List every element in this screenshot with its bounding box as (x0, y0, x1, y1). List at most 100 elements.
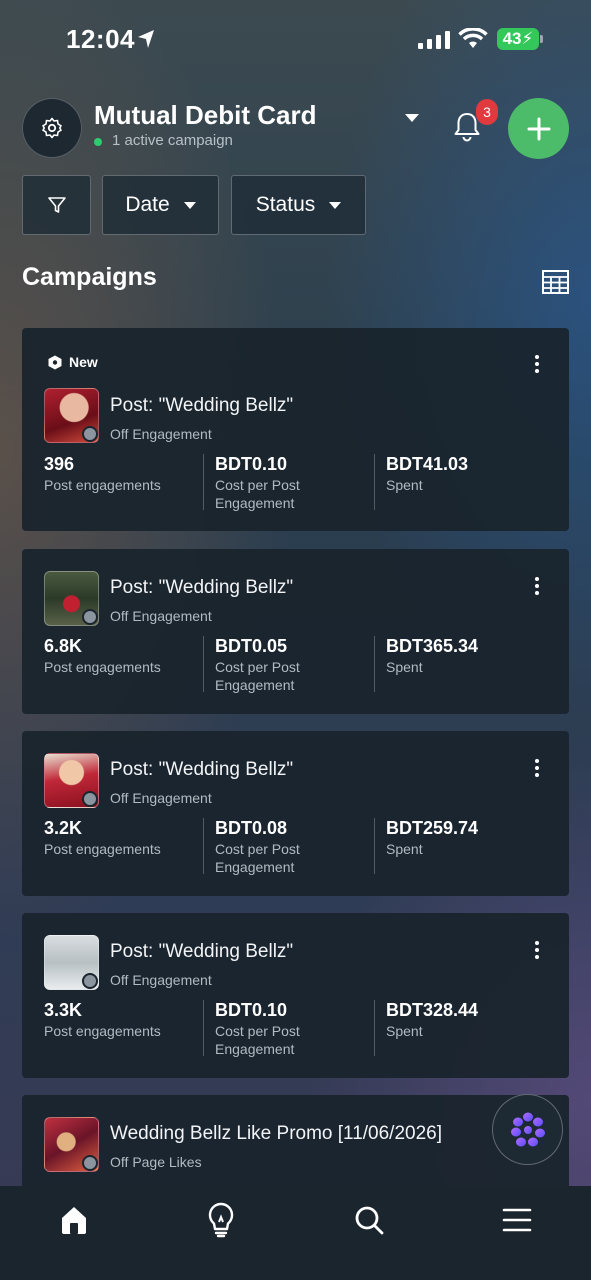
chevron-down-icon (329, 201, 342, 209)
tab-insights[interactable] (201, 1200, 241, 1240)
metric-value: BDT328.44 (386, 1000, 479, 1020)
campaign-subtitle: Off Page Likes (110, 1154, 202, 1170)
new-badge: New (48, 354, 98, 370)
metric-divider (203, 818, 204, 874)
metric-spent: BDT41.03 Spent (386, 454, 546, 494)
date-filter-label: Date (125, 193, 170, 216)
campaign-subtitle: Off Engagement (110, 608, 212, 624)
metric-label: Spent (386, 477, 423, 493)
metric-label: Post engagements (44, 1023, 161, 1039)
filter-funnel-icon (47, 197, 66, 213)
plus-icon (527, 117, 550, 140)
table-view-icon[interactable] (542, 270, 569, 294)
metric-value: 396 (44, 454, 75, 474)
cellular-signal-icon (418, 31, 450, 49)
status-filter-label: Status (255, 193, 316, 216)
metric-divider (374, 636, 375, 692)
metric-label: Spent (386, 841, 423, 857)
campaign-title: Post: "Wedding Bellz" (110, 941, 294, 962)
campaign-status: Off (110, 1154, 129, 1170)
gear-icon (42, 117, 62, 139)
campaign-card[interactable]: Wedding Bellz Like Promo [11/06/2026] Of… (22, 1095, 569, 1195)
ai-assistant-icon (510, 1112, 545, 1146)
campaign-title: Post: "Wedding Bellz" (110, 759, 294, 780)
lightbulb-icon (208, 1202, 234, 1238)
metric-label: Post engagements (44, 659, 161, 675)
ai-assistant-button[interactable] (492, 1094, 563, 1165)
wifi-icon (458, 28, 488, 48)
metric-value: BDT0.10 (215, 1000, 288, 1020)
chevron-down-icon (183, 201, 196, 209)
home-icon (62, 1207, 86, 1234)
new-hexagon-icon (48, 355, 62, 369)
metric-value: 3.3K (44, 1000, 83, 1020)
metric-divider (203, 454, 204, 510)
metric-post-engagements: 396 Post engagements (44, 454, 204, 494)
more-options-icon[interactable] (535, 759, 539, 780)
more-options-icon[interactable] (535, 941, 539, 962)
metric-label: Post engagements (44, 841, 161, 857)
campaign-card[interactable]: New Post: "Wedding Bellz" Off Engagement… (22, 328, 569, 531)
more-options-icon[interactable] (535, 577, 539, 598)
metric-value: BDT0.08 (215, 818, 288, 838)
campaign-subtitle: Off Engagement (110, 972, 212, 988)
tab-menu[interactable] (497, 1200, 537, 1240)
tab-home[interactable] (54, 1200, 94, 1240)
metric-cost-per-engagement: BDT0.05 Cost per Post Engagement (215, 636, 325, 694)
section-title: Campaigns (22, 263, 157, 291)
tab-search[interactable] (349, 1200, 389, 1240)
status-filter-dropdown[interactable]: Status (231, 175, 366, 235)
search-icon (355, 1206, 384, 1235)
account-dropdown-icon[interactable] (405, 114, 419, 122)
campaign-objective: Engagement (132, 972, 212, 988)
campaign-status: Off (110, 972, 129, 988)
campaign-objective: Engagement (132, 608, 212, 624)
new-badge-label: New (69, 354, 98, 370)
campaign-subtitle: Off Engagement (110, 426, 212, 442)
campaign-subtitle: Off Engagement (110, 790, 212, 806)
campaign-status: Off (110, 790, 129, 806)
active-status-dot (94, 138, 102, 146)
campaign-title: Wedding Bellz Like Promo [11/06/2026] (110, 1123, 442, 1144)
metric-spent: BDT328.44 Spent (386, 1000, 546, 1040)
campaign-card[interactable]: Post: "Wedding Bellz" Off Engagement 6.8… (22, 549, 569, 714)
metric-post-engagements: 6.8K Post engagements (44, 636, 204, 676)
date-filter-dropdown[interactable]: Date (102, 175, 219, 235)
campaign-objective: Engagement (132, 790, 212, 806)
metric-cost-per-engagement: BDT0.08 Cost per Post Engagement (215, 818, 325, 876)
metric-value: BDT41.03 (386, 454, 469, 474)
menu-icon (502, 1208, 532, 1232)
campaign-status: Off (110, 426, 129, 442)
metric-post-engagements: 3.2K Post engagements (44, 818, 204, 858)
metric-spent: BDT259.74 Spent (386, 818, 546, 858)
settings-button[interactable] (22, 98, 82, 158)
campaign-card[interactable]: Post: "Wedding Bellz" Off Engagement 3.3… (22, 913, 569, 1078)
campaign-status-dot (82, 426, 98, 442)
notification-count-badge: 3 (476, 99, 498, 125)
campaign-status-dot (82, 973, 98, 989)
active-campaign-status: 1 active campaign (112, 132, 233, 149)
metric-spent: BDT365.34 Spent (386, 636, 546, 676)
more-options-icon[interactable] (535, 355, 539, 376)
metric-label: Spent (386, 1023, 423, 1039)
metric-value: BDT365.34 (386, 636, 479, 656)
account-name[interactable]: Mutual Debit Card (94, 100, 316, 131)
campaign-title: Post: "Wedding Bellz" (110, 395, 294, 416)
metric-label: Spent (386, 659, 423, 675)
filter-button[interactable] (22, 175, 91, 235)
metric-divider (203, 636, 204, 692)
create-campaign-button[interactable] (508, 98, 569, 159)
metric-divider (374, 1000, 375, 1056)
metric-divider (374, 818, 375, 874)
status-time: 12:04 (66, 24, 135, 54)
campaign-status: Off (110, 608, 129, 624)
battery-tip (540, 35, 543, 43)
campaign-status-dot (82, 791, 98, 807)
metric-cost-per-engagement: BDT0.10 Cost per Post Engagement (215, 454, 325, 512)
battery-level: 43 (502, 29, 522, 48)
campaign-card[interactable]: Post: "Wedding Bellz" Off Engagement 3.2… (22, 731, 569, 896)
metric-label: Post engagements (44, 477, 161, 493)
metric-value: BDT0.10 (215, 454, 288, 474)
campaign-objective: Engagement (132, 426, 212, 442)
metric-divider (374, 454, 375, 510)
